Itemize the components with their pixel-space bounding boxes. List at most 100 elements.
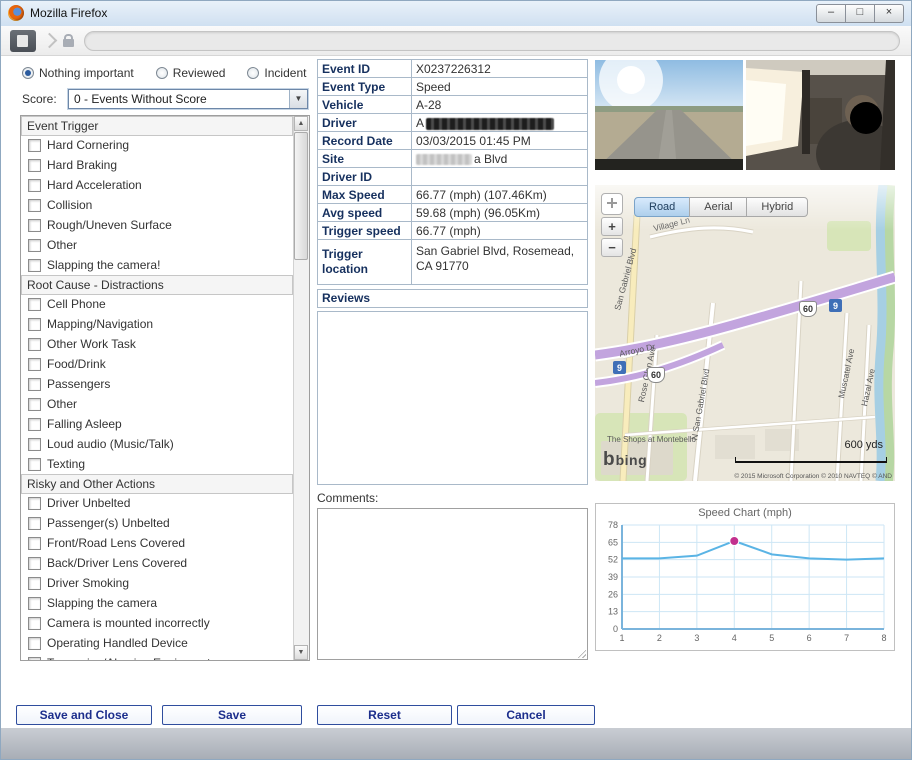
checkbox-row[interactable]: Texting (21, 454, 294, 474)
checkbox[interactable] (28, 199, 41, 212)
checkbox[interactable] (28, 458, 41, 471)
checkbox[interactable] (28, 577, 41, 590)
url-input[interactable] (84, 31, 900, 51)
radio-label: Reviewed (173, 66, 226, 80)
checkbox-row[interactable]: Collision (21, 195, 294, 215)
scrollbar[interactable]: ▲ ▼ (293, 116, 309, 660)
score-select[interactable]: 0 - Events Without Score ▼ (68, 89, 308, 109)
checkbox-label: Driver Smoking (47, 576, 129, 590)
checkbox[interactable] (28, 159, 41, 172)
checkbox[interactable] (28, 657, 41, 661)
checkbox[interactable] (28, 139, 41, 152)
checkbox[interactable] (28, 259, 41, 272)
checkbox[interactable] (28, 617, 41, 630)
checkbox[interactable] (28, 637, 41, 650)
map-view-hybrid-button[interactable]: Hybrid (746, 197, 808, 217)
map-view-aerial-button[interactable]: Aerial (689, 197, 747, 217)
field-label: Driver ID (317, 167, 412, 186)
close-button[interactable]: × (874, 4, 904, 23)
route-marker-9: 9 (829, 299, 842, 312)
checkbox-row[interactable]: Passenger(s) Unbelted (21, 513, 294, 533)
checkbox-row[interactable]: Tampering/Abusing Equipment (21, 653, 294, 660)
zoom-out-button[interactable]: − (601, 238, 623, 257)
svg-text:13: 13 (608, 607, 618, 617)
bing-logo: b bing (603, 449, 647, 471)
checkbox-row[interactable]: Food/Drink (21, 354, 294, 374)
checkbox[interactable] (28, 537, 41, 550)
checkbox-row[interactable]: Slapping the camera (21, 593, 294, 613)
map-pan-icon[interactable] (601, 193, 623, 215)
lock-icon (63, 39, 74, 47)
radio-icon[interactable] (22, 67, 34, 79)
window-controls: – □ × (817, 4, 904, 23)
checkbox[interactable] (28, 358, 41, 371)
save-button[interactable]: Save (162, 705, 302, 725)
chevron-down-icon[interactable]: ▼ (289, 90, 307, 108)
checkbox-row[interactable]: Camera is mounted incorrectly (21, 613, 294, 633)
checkbox[interactable] (28, 597, 41, 610)
checkbox-row[interactable]: Slapping the camera! (21, 255, 294, 275)
checkbox[interactable] (28, 438, 41, 451)
checkbox-row[interactable]: Front/Road Lens Covered (21, 533, 294, 553)
page-icon[interactable] (10, 30, 36, 52)
field-row-vehicle: Vehicle A-28 (317, 95, 588, 114)
checkbox[interactable] (28, 418, 41, 431)
map-view-road-button[interactable]: Road (634, 197, 690, 217)
checkbox[interactable] (28, 497, 41, 510)
maximize-button[interactable]: □ (845, 4, 875, 23)
scrollbar-thumb[interactable] (294, 132, 308, 260)
checkbox[interactable] (28, 219, 41, 232)
resize-grip-icon[interactable] (576, 648, 586, 658)
radio-option-incident[interactable]: Incident (247, 66, 306, 80)
checkbox-row[interactable]: Other (21, 394, 294, 414)
checkbox-row[interactable]: Hard Acceleration (21, 175, 294, 195)
svg-text:6: 6 (807, 633, 812, 643)
checkbox-row[interactable]: Falling Asleep (21, 414, 294, 434)
scroll-down-icon[interactable]: ▼ (294, 645, 308, 660)
checkbox-row[interactable]: Loud audio (Music/Talk) (21, 434, 294, 454)
checkbox-row[interactable]: Hard Braking (21, 155, 294, 175)
svg-text:7: 7 (844, 633, 849, 643)
scroll-up-icon[interactable]: ▲ (294, 116, 308, 131)
checkbox-row[interactable]: Driver Unbelted (21, 493, 294, 513)
reset-button[interactable]: Reset (317, 705, 452, 725)
checkbox[interactable] (28, 179, 41, 192)
checkbox[interactable] (28, 318, 41, 331)
road-camera-image[interactable] (595, 60, 743, 170)
checkbox-row[interactable]: Other Work Task (21, 334, 294, 354)
checkbox[interactable] (28, 239, 41, 252)
field-value: X0237226312 (411, 59, 588, 78)
radio-icon[interactable] (156, 67, 168, 79)
minimize-button[interactable]: – (816, 4, 846, 23)
zoom-in-button[interactable]: + (601, 217, 623, 236)
checkbox-row[interactable]: Operating Handled Device (21, 633, 294, 653)
route-shield-60: 60 (647, 367, 665, 383)
field-row-record-date: Record Date 03/03/2015 01:45 PM (317, 131, 588, 150)
checkbox-row[interactable]: Passengers (21, 374, 294, 394)
save-and-close-button[interactable]: Save and Close (16, 705, 152, 725)
driver-camera-image[interactable] (746, 60, 895, 170)
checkbox[interactable] (28, 378, 41, 391)
event-details-panel: Event ID X0237226312 Event Type Speed Ve… (317, 60, 588, 660)
radio-option-nothing-important[interactable]: Nothing important (22, 66, 134, 80)
radio-icon[interactable] (247, 67, 259, 79)
checkbox[interactable] (28, 557, 41, 570)
checkbox-row[interactable]: Driver Smoking (21, 573, 294, 593)
checkbox-label: Rough/Uneven Surface (47, 218, 172, 232)
checkbox-row[interactable]: Cell Phone (21, 294, 294, 314)
checkbox-row[interactable]: Back/Driver Lens Covered (21, 553, 294, 573)
checkbox-row[interactable]: Hard Cornering (21, 135, 294, 155)
radio-option-reviewed[interactable]: Reviewed (156, 66, 226, 80)
comments-textarea[interactable] (317, 508, 588, 660)
checkbox[interactable] (28, 298, 41, 311)
chart-title: Speed Chart (mph) (596, 504, 894, 519)
checkbox[interactable] (28, 338, 41, 351)
checkbox[interactable] (28, 398, 41, 411)
checkbox-row[interactable]: Mapping/Navigation (21, 314, 294, 334)
field-row-driver-id: Driver ID (317, 167, 588, 186)
bing-map[interactable]: Village Ln San Gabriel Blvd Rose Glen Av… (595, 185, 895, 481)
checkbox[interactable] (28, 517, 41, 530)
cancel-button[interactable]: Cancel (457, 705, 595, 725)
checkbox-row[interactable]: Other (21, 235, 294, 255)
checkbox-row[interactable]: Rough/Uneven Surface (21, 215, 294, 235)
